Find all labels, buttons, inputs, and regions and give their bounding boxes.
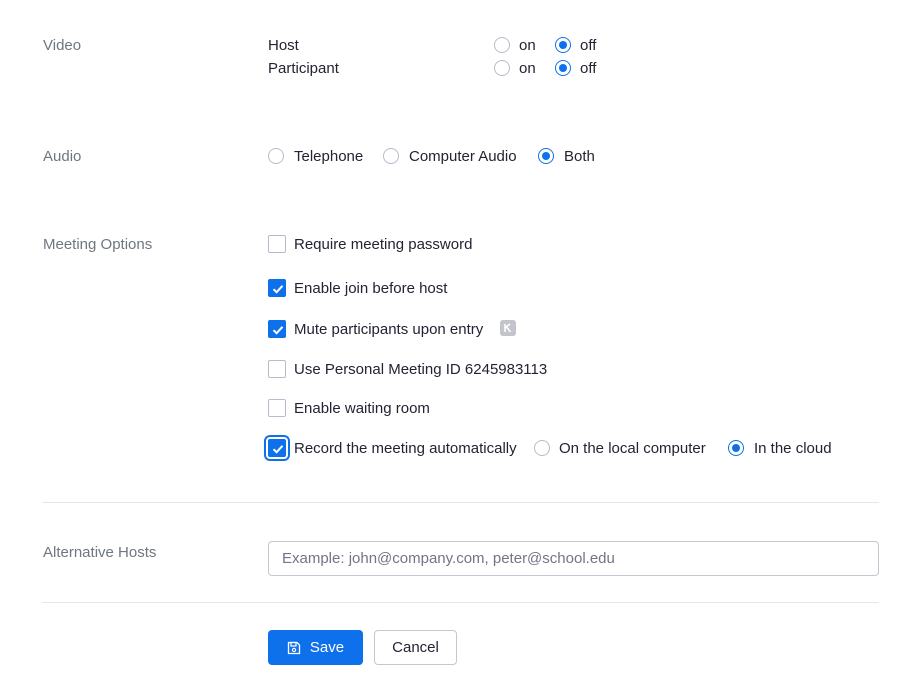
personal-meeting-id-label[interactable]: Use Personal Meeting ID 6245983113: [294, 361, 547, 378]
audio-telephone-label[interactable]: Telephone: [294, 148, 363, 165]
lock-toggle-icon[interactable]: [500, 320, 516, 336]
audio-computer-radio[interactable]: [383, 148, 399, 164]
personal-meeting-id-checkbox[interactable]: [268, 360, 286, 378]
save-button[interactable]: Save: [268, 630, 363, 665]
participant-label: Participant: [268, 60, 339, 77]
checkmark-icon: [272, 285, 284, 294]
audio-telephone-radio[interactable]: [268, 148, 284, 164]
meeting-options-section-label: Meeting Options: [43, 236, 153, 253]
mute-on-entry-label[interactable]: Mute participants upon entry: [294, 321, 483, 338]
video-section-label: Video: [43, 37, 82, 54]
join-before-host-label[interactable]: Enable join before host: [294, 280, 447, 297]
alternative-hosts-section-label: Alternative Hosts: [43, 544, 157, 561]
waiting-room-checkbox[interactable]: [268, 399, 286, 417]
save-icon: [287, 641, 301, 654]
save-button-label: Save: [309, 639, 345, 656]
cancel-button[interactable]: Cancel: [374, 630, 457, 665]
section-divider: [42, 602, 879, 603]
host-video-off-radio[interactable]: [555, 37, 571, 53]
lock-toggle-glyph-icon: [504, 323, 512, 333]
alternative-hosts-input[interactable]: [268, 541, 879, 576]
participant-video-on-label[interactable]: on: [519, 60, 536, 77]
require-password-label[interactable]: Require meeting password: [294, 236, 472, 253]
host-video-on-label[interactable]: on: [519, 37, 536, 54]
checkmark-icon: [272, 445, 284, 454]
participant-video-off-radio[interactable]: [555, 60, 571, 76]
participant-video-on-radio[interactable]: [494, 60, 510, 76]
record-automatically-checkbox[interactable]: [264, 435, 290, 461]
audio-section-label: Audio: [43, 148, 82, 165]
waiting-room-label[interactable]: Enable waiting room: [294, 400, 430, 417]
participant-video-off-label[interactable]: off: [580, 60, 596, 77]
join-before-host-checkbox[interactable]: [268, 279, 286, 297]
audio-both-label[interactable]: Both: [564, 148, 595, 165]
checkmark-icon: [272, 326, 284, 335]
audio-both-radio[interactable]: [538, 148, 554, 164]
require-password-checkbox[interactable]: [268, 235, 286, 253]
host-video-on-radio[interactable]: [494, 37, 510, 53]
host-video-off-label[interactable]: off: [580, 37, 596, 54]
record-automatically-label[interactable]: Record the meeting automatically: [294, 440, 517, 457]
host-label: Host: [268, 37, 299, 54]
audio-computer-label[interactable]: Computer Audio: [409, 148, 517, 165]
record-local-radio[interactable]: [534, 440, 550, 456]
record-cloud-label[interactable]: In the cloud: [754, 440, 832, 457]
mute-on-entry-checkbox[interactable]: [268, 320, 286, 338]
section-divider: [42, 502, 879, 503]
record-cloud-radio[interactable]: [728, 440, 744, 456]
record-local-label[interactable]: On the local computer: [559, 440, 706, 457]
